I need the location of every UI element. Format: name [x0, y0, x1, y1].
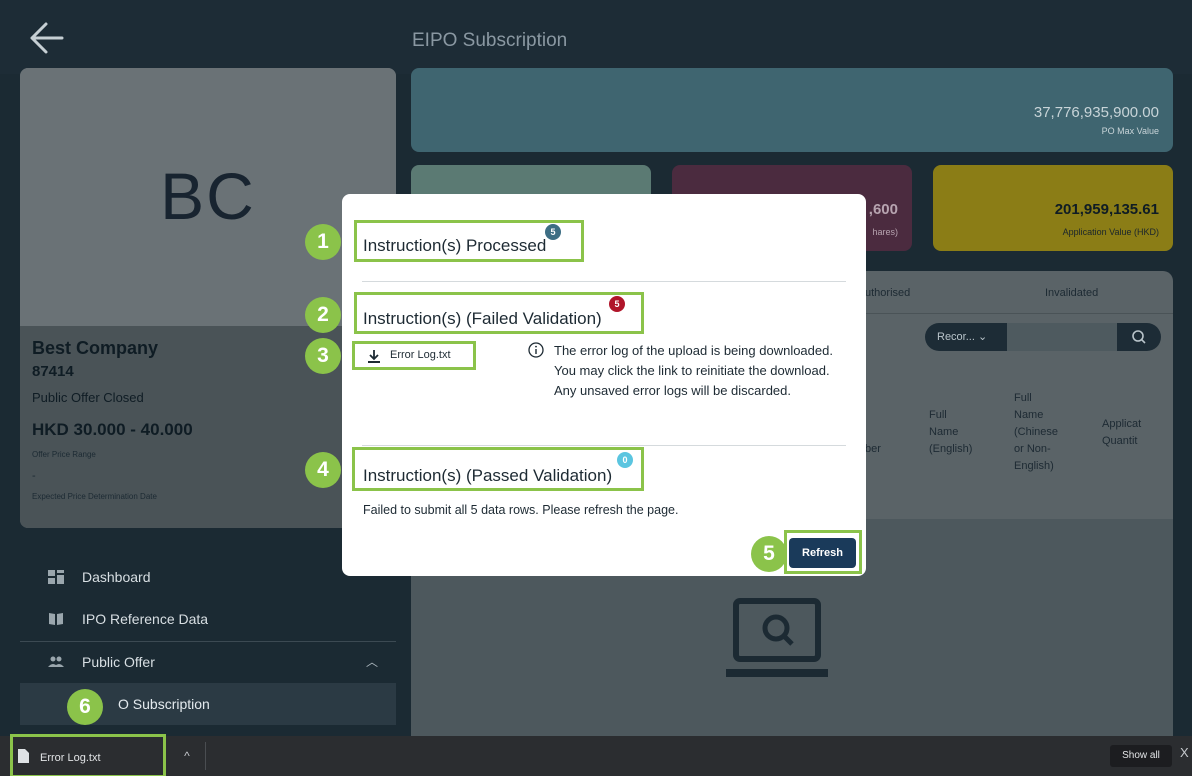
processed-title: Instruction(s) Processed [363, 236, 547, 255]
tab-authorised[interactable]: uthorised [865, 287, 910, 299]
callout-3: 3 [305, 338, 341, 374]
callout-5: 5 [751, 536, 787, 572]
offer-status: Public Offer Closed [32, 390, 144, 405]
file-icon [18, 749, 29, 763]
sidebar-item-label: Dashboard [82, 569, 151, 585]
upload-result-dialog: Instruction(s) Processed 5 Instruction(s… [342, 194, 866, 576]
offer-price-range-label: Offer Price Range [32, 450, 96, 459]
expected-date-value: - [32, 470, 36, 482]
download-icon [368, 350, 380, 363]
show-all-button[interactable]: Show all [1110, 745, 1172, 767]
expected-date-label: Expected Price Determination Date [32, 492, 157, 501]
close-icon[interactable]: X [1180, 745, 1189, 760]
downloaded-file-name: Error Log.txt [40, 752, 101, 764]
section-divider [362, 445, 846, 446]
sidebar-item-label: O Subscription [118, 696, 210, 712]
column-header-full-name-english: Full Name (English) [929, 409, 973, 455]
processed-count-badge: 5 [545, 224, 561, 240]
section-divider [362, 281, 846, 282]
company-name: Best Company [32, 338, 159, 358]
downloaded-file-item[interactable]: Error Log.txt [12, 737, 164, 776]
sidebar-item-label: IPO Reference Data [82, 611, 209, 627]
chevron-up-icon[interactable]: ︿ [366, 653, 378, 670]
tab-invalidated[interactable]: Invalidated [1045, 287, 1098, 299]
application-value-label: Application Value (HKD) [1062, 227, 1159, 237]
failed-validation-title: Instruction(s) (Failed Validation) [363, 309, 602, 328]
error-log-link[interactable]: Error Log.txt [356, 346, 474, 368]
column-header-full-name-chinese: Full Name (Chinese or Non- English) [1014, 392, 1059, 472]
laptop-search-icon [726, 598, 828, 677]
download-bar: Error Log.txt ^ Show all X [0, 734, 1192, 776]
po-max-value-label: PO Max Value [1101, 126, 1159, 136]
refresh-button[interactable]: Refresh [789, 538, 856, 568]
download-bar-divider [205, 742, 206, 770]
offer-price-range: HKD 30.000 - 40.000 [32, 420, 193, 439]
callout-2: 2 [305, 297, 341, 333]
top-bar: EIPO Subscription [0, 0, 1192, 74]
passed-validation-title: Instruction(s) (Passed Validation) [363, 466, 613, 485]
sidebar-item-ipo-reference-data[interactable]: IPO Reference Data [20, 598, 396, 640]
application-value-card: 201,959,135.61 Application Value (HKD) [933, 165, 1173, 251]
column-header-application-quantity: Applicat Quantit [1102, 418, 1142, 447]
chevron-down-icon: ⌄ [977, 331, 988, 343]
callout-6: 6 [67, 689, 103, 725]
dashboard-icon [48, 570, 64, 584]
sidebar-item-public-offer[interactable]: Public Offer ︿ [20, 641, 396, 683]
company-card: BC Best Company 87414 Public Offer Close… [20, 68, 396, 528]
sidebar-item-dashboard[interactable]: Dashboard [20, 556, 396, 598]
failed-count-badge: 5 [609, 296, 625, 312]
users-icon [48, 656, 64, 667]
company-initials: BC [160, 159, 256, 233]
stat-card-2-label: hares) [872, 227, 898, 237]
po-max-value: 37,776,935,900.00 [1033, 104, 1159, 121]
search-input[interactable] [1007, 323, 1117, 351]
info-icon [528, 342, 544, 358]
company-code: 87414 [32, 363, 74, 380]
error-log-filename: Error Log.txt [390, 349, 451, 361]
po-max-value-card: 37,776,935,900.00 PO Max Value [411, 68, 1173, 152]
book-icon [49, 613, 63, 625]
application-value: 201,959,135.61 [1054, 201, 1159, 218]
record-select-value: Recor... [937, 331, 975, 343]
stat-card-2-value: ,600 [868, 201, 898, 218]
callout-1: 1 [305, 224, 341, 260]
record-select[interactable]: Recor... ⌄ [925, 323, 1007, 351]
passed-count-badge: 0 [617, 452, 633, 468]
error-log-info-text: The error log of the upload is being dow… [554, 343, 833, 398]
failure-message: Failed to submit all 5 data rows. Please… [363, 503, 679, 517]
sidebar-item-label: Public Offer [82, 654, 155, 670]
chevron-up-icon[interactable]: ^ [174, 744, 200, 768]
search-button[interactable] [1117, 323, 1161, 351]
search-icon [1132, 330, 1146, 344]
callout-4: 4 [305, 452, 341, 488]
company-logo-area: BC [20, 68, 396, 326]
back-arrow-icon[interactable] [26, 20, 66, 56]
page-title: EIPO Subscription [412, 30, 568, 51]
column-header-number: ber [865, 443, 881, 455]
